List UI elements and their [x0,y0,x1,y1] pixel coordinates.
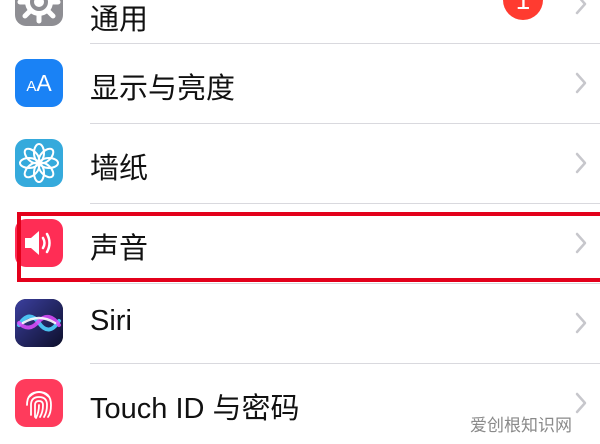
settings-row-label: 声音 [90,231,149,265]
speaker-icon [15,219,63,267]
settings-row-label: Siri [90,305,132,337]
fingerprint-icon [15,379,63,427]
aa-small-glyph: A [26,77,37,95]
chevron-right-icon [575,152,587,174]
chevron-right-icon [575,232,587,254]
settings-row-general[interactable]: 通用 1 [0,0,600,42]
display-aa-icon: AA [15,59,63,107]
gear-icon [15,0,63,26]
siri-icon [15,299,63,347]
settings-row-label: Touch ID 与密码 [90,393,300,425]
settings-row-siri[interactable]: Siri [0,283,600,363]
settings-row-label: 墙纸 [90,151,149,185]
chevron-right-icon [575,72,587,94]
chevron-right-icon [575,392,587,414]
settings-row-sounds[interactable]: 声音 [0,203,600,283]
settings-row-display[interactable]: AA 显示与亮度 [0,43,600,123]
notification-badge: 1 [503,0,543,20]
settings-row-label: 显示与亮度 [90,71,236,105]
aa-large-glyph: A [36,69,52,96]
settings-row-label: 通用 [90,2,149,36]
flower-icon [15,139,63,187]
watermark-text: 爱创根知识网 [470,416,572,436]
chevron-right-icon [575,312,587,334]
settings-row-wallpaper[interactable]: 墙纸 [0,123,600,203]
chevron-right-icon [575,0,587,15]
